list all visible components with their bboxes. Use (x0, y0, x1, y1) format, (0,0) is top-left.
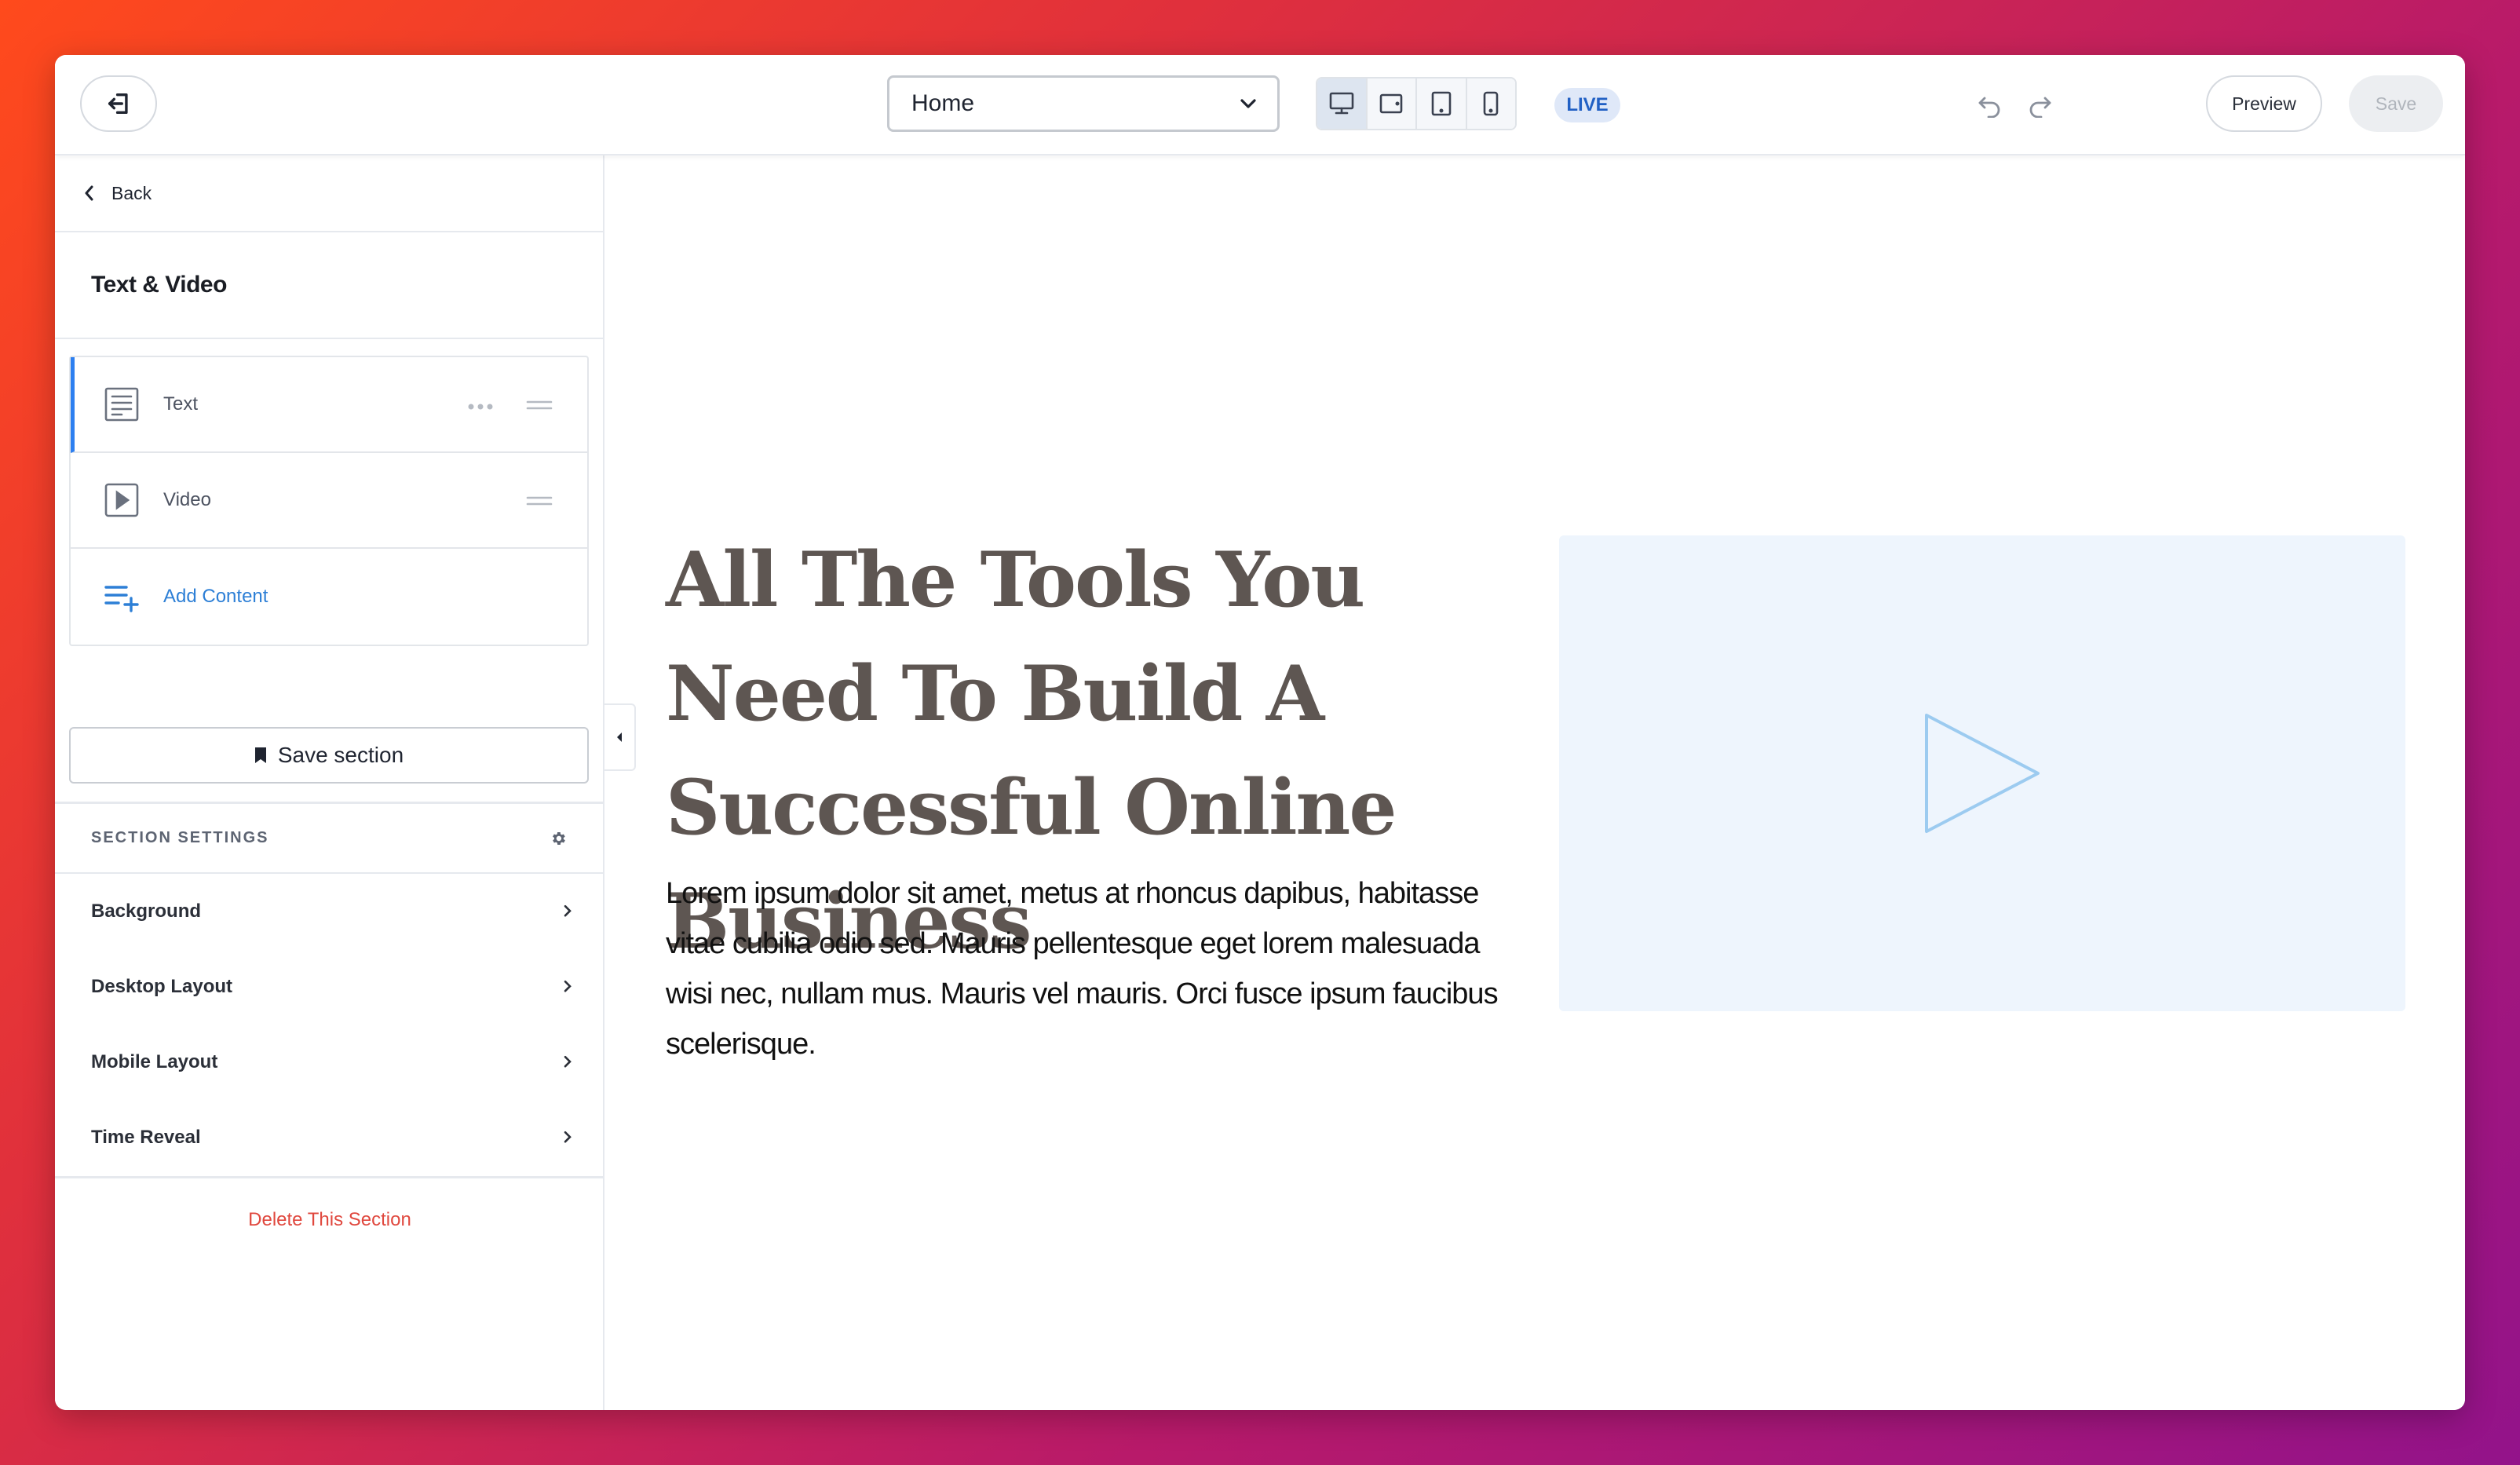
hero-body-text[interactable]: Lorem ipsum dolor sit amet, metus at rho… (666, 868, 1499, 1069)
chevron-right-icon (564, 904, 572, 917)
bookmark-icon (254, 747, 267, 764)
page-select[interactable]: Home (887, 75, 1280, 132)
add-content-icon (102, 577, 141, 616)
setting-label: Time Reveal (91, 1127, 201, 1148)
section-settings-list: Background Desktop Layout Mobile Layout … (55, 874, 604, 1175)
tablet-portrait-icon (1431, 91, 1452, 116)
section-settings-header: SECTION SETTINGS (55, 802, 604, 874)
collapse-sidebar-button[interactable] (604, 703, 636, 771)
chevron-down-icon (1240, 99, 1256, 108)
back-label: Back (111, 182, 152, 203)
setting-label: Background (91, 901, 202, 922)
desktop-icon (1329, 92, 1354, 115)
chevron-right-icon (564, 1055, 572, 1068)
editor-window: Home LIVE Preview Save Back Text & Video… (55, 55, 2465, 1410)
chevron-left-icon (83, 184, 94, 202)
save-section-button[interactable]: Save section (69, 727, 589, 784)
content-item-video[interactable]: Video (71, 453, 587, 549)
content-item-label: Video (163, 489, 211, 510)
add-content-button[interactable]: Add Content (71, 549, 587, 645)
undo-button[interactable] (1970, 86, 2010, 126)
exit-button[interactable] (80, 75, 157, 132)
chevron-right-icon (564, 980, 572, 992)
play-icon (1925, 714, 2040, 833)
mobile-icon (1483, 91, 1499, 116)
mobile-view-button[interactable] (1466, 79, 1515, 129)
tablet-landscape-view-button[interactable] (1367, 79, 1417, 129)
section-settings-title: SECTION SETTINGS (91, 829, 269, 846)
sidebar: Back Text & Video Text Video Add Content… (55, 155, 604, 1410)
back-link[interactable]: Back (55, 155, 603, 232)
add-content-label: Add Content (163, 586, 268, 607)
video-block-icon (102, 480, 141, 520)
undo-icon (1978, 97, 2000, 118)
setting-mobile-layout[interactable]: Mobile Layout (55, 1025, 604, 1100)
top-toolbar: Home LIVE Preview Save (55, 55, 2465, 155)
setting-time-reveal[interactable]: Time Reveal (55, 1100, 604, 1175)
save-section-label: Save section (277, 743, 404, 767)
preview-button[interactable]: Preview (2206, 75, 2322, 132)
desktop-view-button[interactable] (1317, 79, 1368, 129)
gear-icon[interactable] (550, 830, 567, 847)
tablet-landscape-icon (1379, 93, 1403, 114)
caret-left-icon (617, 732, 622, 742)
exit-icon (108, 93, 128, 115)
page-select-value: Home (911, 90, 975, 116)
redo-icon (2029, 97, 2051, 118)
divider (55, 1176, 604, 1178)
live-status-badge: LIVE (1554, 88, 1620, 122)
page-canvas: All The Tools You Need To Build A Succes… (606, 155, 2465, 1410)
content-item-text[interactable]: Text (71, 357, 587, 453)
setting-label: Mobile Layout (91, 1051, 218, 1072)
save-button[interactable]: Save (2349, 75, 2443, 132)
delete-section-link[interactable]: Delete This Section (55, 1209, 604, 1231)
content-item-label: Text (163, 393, 199, 415)
redo-button[interactable] (2020, 86, 2059, 126)
content-list: Text Video Add Content (69, 356, 589, 646)
setting-background[interactable]: Background (55, 874, 604, 949)
tablet-portrait-view-button[interactable] (1417, 79, 1467, 129)
chevron-right-icon (564, 1131, 572, 1143)
video-placeholder[interactable] (1559, 535, 2405, 1011)
setting-desktop-layout[interactable]: Desktop Layout (55, 949, 604, 1025)
drag-handle-icon[interactable] (526, 489, 553, 511)
setting-label: Desktop Layout (91, 976, 233, 997)
drag-handle-icon[interactable] (526, 393, 553, 415)
device-switcher (1316, 77, 1517, 130)
text-block-icon (102, 385, 141, 424)
more-options-icon[interactable] (468, 393, 493, 415)
section-title: Text & Video (55, 232, 603, 339)
